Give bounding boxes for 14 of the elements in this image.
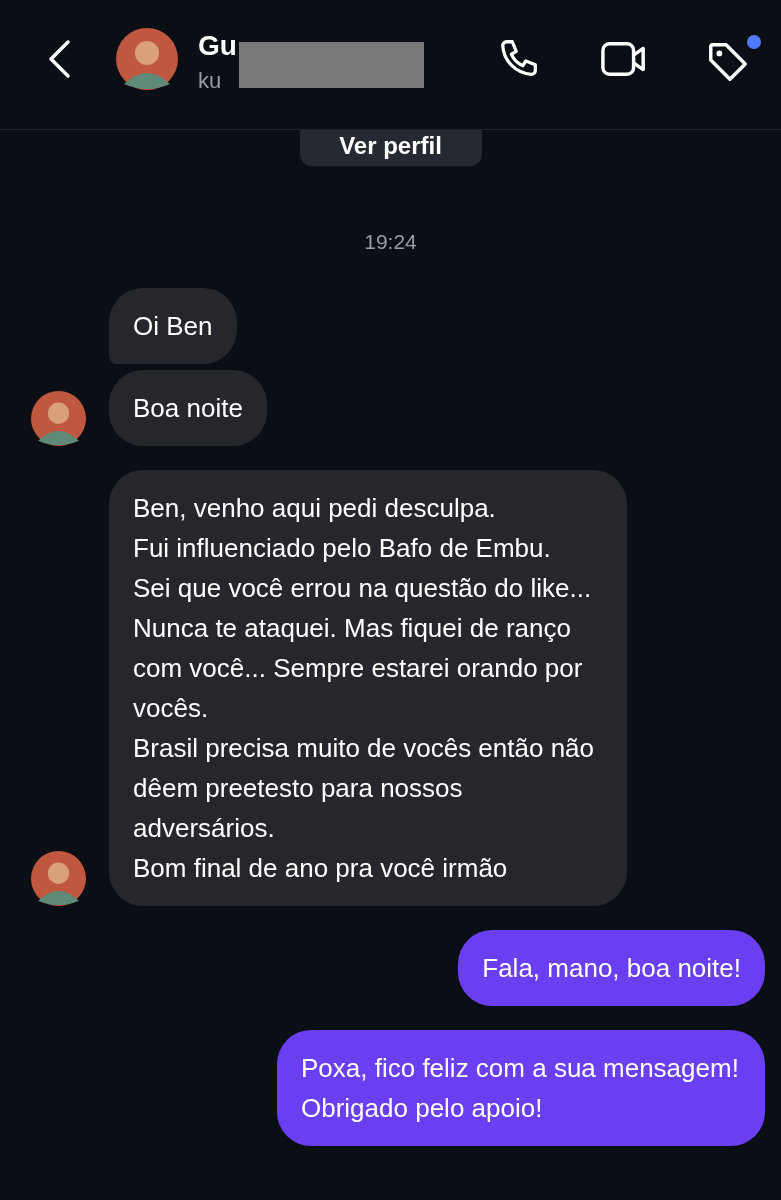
username: ku [198, 67, 223, 94]
message-bubble[interactable]: Fala, mano, boa noite! [458, 930, 765, 1006]
view-profile-button[interactable]: Ver perfil [299, 130, 482, 166]
message-bubble[interactable]: Oi Ben [109, 288, 237, 364]
message-bubble[interactable]: Ben, venho aqui pedi desculpa. Fui influenciado pelo Bafo de Embu. Sei que você errou na questão do like... Nunca te ataquei. Mas fiquei de ranço com você... Sempre estarei orando por vocês. Brasil precisa muito de vocês então não dêem preetesto para nossos adversários. Bom final de ano pra você irmão [109, 470, 627, 906]
avatar[interactable] [31, 851, 86, 906]
avatar[interactable] [31, 391, 86, 446]
contact-name[interactable]: Gu [198, 29, 237, 62]
timestamp: 19:24 [363, 230, 418, 254]
avatar[interactable] [116, 27, 178, 90]
back-icon [46, 38, 72, 79]
message-bubble[interactable]: Poxa, fico feliz com a sua mensagem! Obrigado pelo apoio! [277, 1030, 765, 1146]
back-button[interactable] [46, 38, 72, 79]
message-bubble[interactable]: Boa noite [109, 370, 267, 446]
